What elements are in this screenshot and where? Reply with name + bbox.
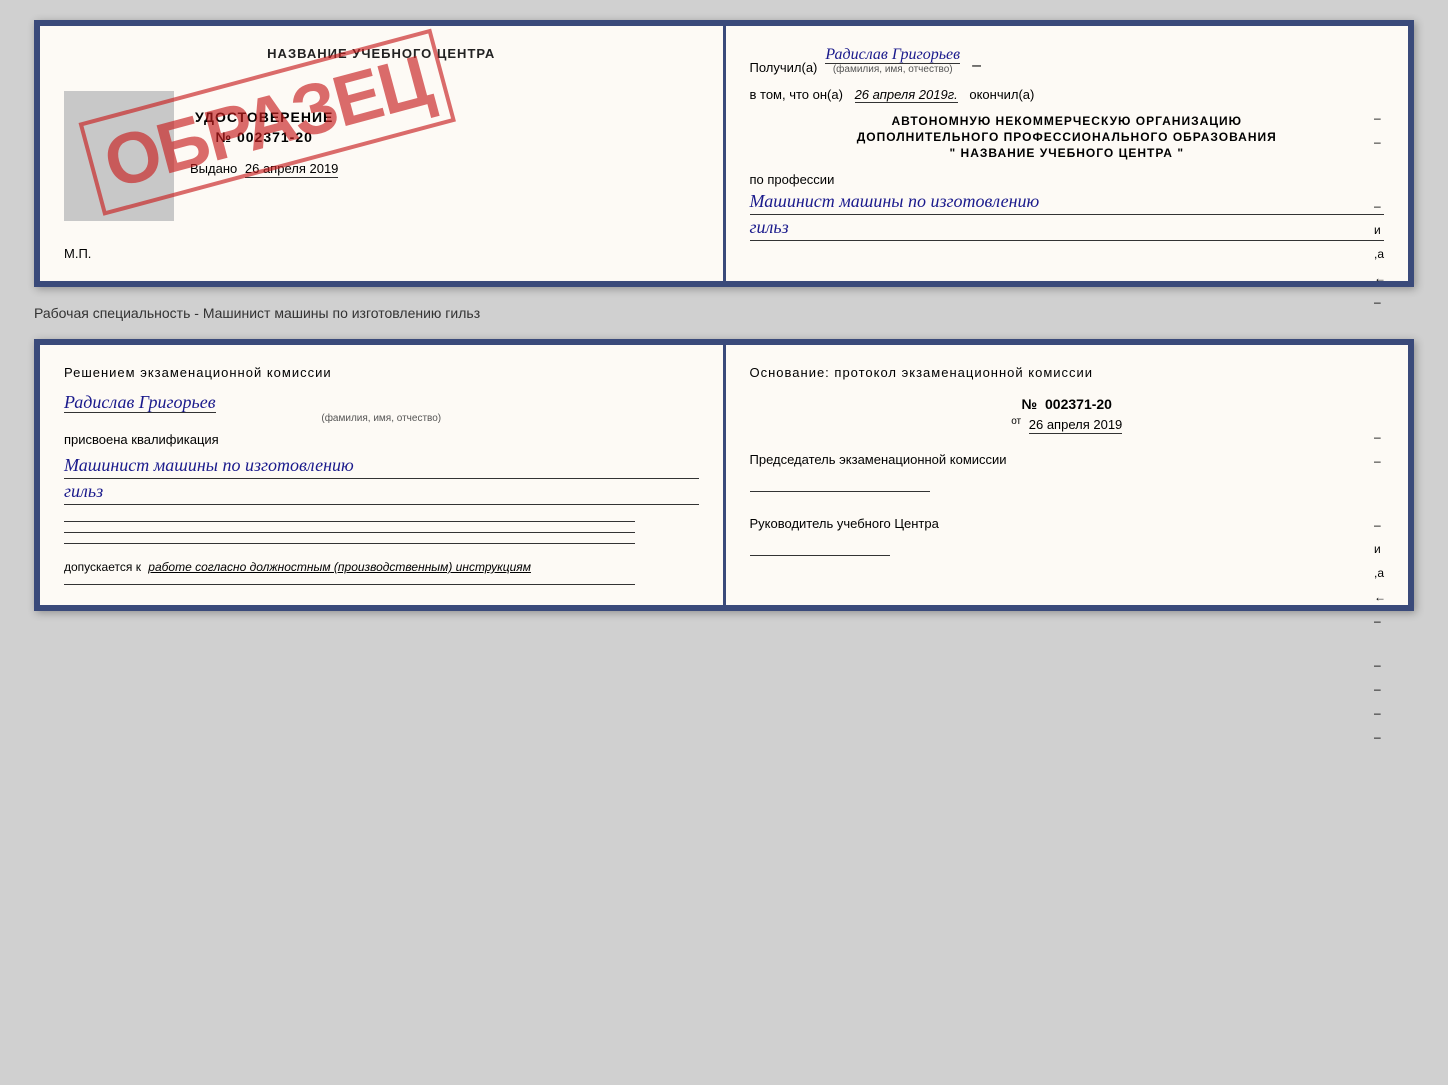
- allowed-container: допускается к работе согласно должностны…: [64, 560, 699, 574]
- assigned-label: присвоена квалификация: [64, 432, 699, 447]
- page-container: НАЗВАНИЕ УЧЕБНОГО ЦЕНТРА УДОСТОВЕРЕНИЕ №…: [34, 20, 1414, 611]
- bottom-qual-line2: гильз: [64, 481, 699, 505]
- fio-sublabel: (фамилия, имя, отчество): [825, 64, 960, 75]
- mp-label: М.П.: [64, 246, 699, 261]
- vtom-date: 26 апреля 2019г.: [855, 87, 958, 103]
- cert-doc-title: УДОСТОВЕРЕНИЕ: [190, 109, 338, 125]
- from-date: 26 апреля 2019: [1029, 417, 1123, 434]
- org-name: НАЗВАНИЕ УЧЕБНОГО ЦЕНТРА: [961, 146, 1173, 160]
- top-left-panel: НАЗВАНИЕ УЧЕБНОГО ЦЕНТРА УДОСТОВЕРЕНИЕ №…: [40, 26, 726, 281]
- protocol-number: № 002371-20: [750, 396, 1385, 412]
- cert-info: УДОСТОВЕРЕНИЕ № 002371-20 Выдано 26 апре…: [190, 101, 338, 176]
- bottom-document: Решением экзаменационной комиссии Радисл…: [34, 339, 1414, 611]
- cert-issued: Выдано 26 апреля 2019: [190, 161, 338, 176]
- allowed-label: допускается к: [64, 560, 141, 574]
- profession-line1: Машинист машины по изготовлению: [750, 191, 1385, 215]
- bottom-person-name: Радислав Григорьев: [64, 392, 216, 413]
- number-value: 002371-20: [1045, 396, 1112, 412]
- separator-text: Рабочая специальность - Машинист машины …: [34, 299, 1414, 327]
- top-right-panel: Получил(а) Радислав Григорьев (фамилия, …: [726, 26, 1409, 281]
- decision-label: Решением экзаменационной комиссии: [64, 365, 699, 380]
- org-quotes2: ": [1177, 146, 1184, 160]
- org-line2: ДОПОЛНИТЕЛЬНОГО ПРОФЕССИОНАЛЬНОГО ОБРАЗО…: [750, 130, 1385, 144]
- org-name-line: " НАЗВАНИЕ УЧЕБНОГО ЦЕНТРА ": [750, 146, 1385, 160]
- basis-label: Основание: протокол экзаменационной коми…: [750, 365, 1385, 380]
- issued-date: 26 апреля 2019: [245, 161, 339, 178]
- chairman-label: Председатель экзаменационной комиссии: [750, 452, 1385, 467]
- photo-placeholder: [64, 81, 174, 236]
- profession-line2: гильз: [750, 217, 1385, 241]
- bottom-right-dashes: – – – и ,а ← – – – – –: [1374, 425, 1386, 749]
- top-left-title: НАЗВАНИЕ УЧЕБНОГО ЦЕНТРА: [64, 46, 699, 61]
- vtom-line: в том, что он(а) 26 апреля 2019г. окончи…: [750, 87, 1385, 102]
- allowed-text: работе согласно должностным (производств…: [148, 560, 531, 574]
- received-name: Радислав Григорьев: [825, 46, 960, 64]
- from-date-line: от 26 апреля 2019: [750, 416, 1385, 432]
- top-document: НАЗВАНИЕ УЧЕБНОГО ЦЕНТРА УДОСТОВЕРЕНИЕ №…: [34, 20, 1414, 287]
- bottom-left-panel: Решением экзаменационной комиссии Радисл…: [40, 345, 726, 605]
- org-quotes1: ": [949, 146, 956, 160]
- profession-label: по профессии: [750, 172, 1385, 187]
- received-line: Получил(а) Радислав Григорьев (фамилия, …: [750, 46, 1385, 75]
- bottom-right-panel: Основание: протокол экзаменационной коми…: [726, 345, 1409, 605]
- from-label: от: [1011, 416, 1021, 427]
- bottom-fio-sub: (фамилия, имя, отчество): [64, 413, 699, 424]
- bottom-qual-line1: Машинист машины по изготовлению: [64, 455, 699, 479]
- head-label: Руководитель учебного Центра: [750, 516, 1385, 531]
- number-label: №: [1022, 396, 1038, 412]
- finished-label: окончил(а): [969, 87, 1034, 102]
- cert-doc-number: № 002371-20: [190, 129, 338, 145]
- received-label: Получил(а): [750, 60, 818, 75]
- org-line1: АВТОНОМНУЮ НЕКОММЕРЧЕСКУЮ ОРГАНИЗАЦИЮ: [750, 114, 1385, 128]
- vtom-label: в том, что он(а): [750, 87, 843, 102]
